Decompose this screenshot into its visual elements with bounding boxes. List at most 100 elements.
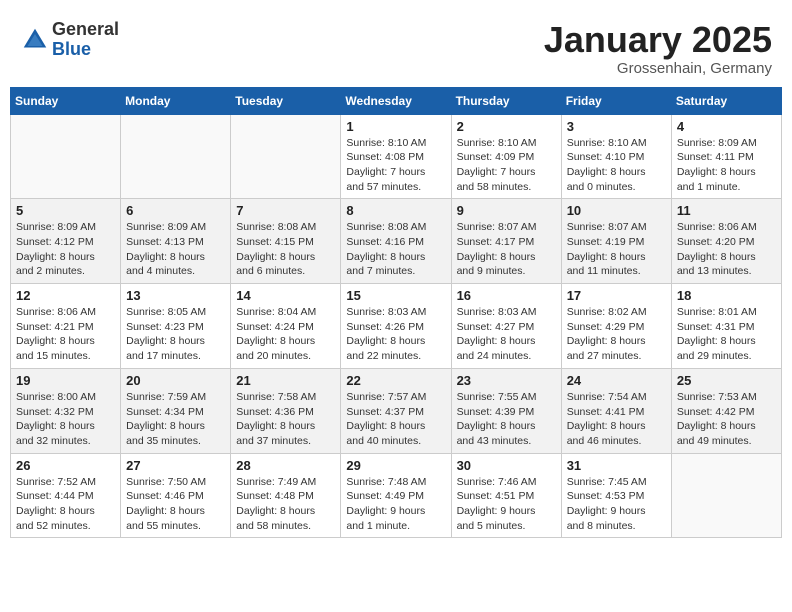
day-number: 4: [677, 119, 776, 134]
weekday-header-row: SundayMondayTuesdayWednesdayThursdayFrid…: [11, 87, 782, 114]
day-info: Sunrise: 7:49 AM Sunset: 4:48 PM Dayligh…: [236, 475, 335, 534]
day-info: Sunrise: 8:02 AM Sunset: 4:29 PM Dayligh…: [567, 305, 666, 364]
day-number: 11: [677, 203, 776, 218]
day-number: 14: [236, 288, 335, 303]
logo-icon: [20, 25, 50, 55]
calendar-day-cell: 22 Sunrise: 7:57 AM Sunset: 4:37 PM Dayli…: [341, 368, 451, 453]
calendar-day-cell: 15Sunrise: 8:03 AM Sunset: 4:26 PM Dayli…: [341, 284, 451, 369]
day-info: Sunrise: 8:08 AM Sunset: 4:16 PM Dayligh…: [346, 220, 445, 279]
day-number: 29: [346, 458, 445, 473]
day-number: 25: [677, 373, 776, 388]
calendar-day-cell: 30 Sunrise: 7:46 AM Sunset: 4:51 PM Dayli…: [451, 453, 561, 538]
day-info: Sunrise: 7:54 AM Sunset: 4:41 PM Dayligh…: [567, 390, 666, 449]
calendar-day-cell: 21 Sunrise: 7:58 AM Sunset: 4:36 PM Dayli…: [231, 368, 341, 453]
day-number: 31: [567, 458, 666, 473]
calendar-day-cell: 8 Sunrise: 8:08 AM Sunset: 4:16 PM Daylig…: [341, 199, 451, 284]
calendar-week-row: 26Sunrise: 7:52 AM Sunset: 4:44 PM Dayli…: [11, 453, 782, 538]
calendar-day-cell: [231, 114, 341, 199]
day-number: 18: [677, 288, 776, 303]
day-number: 27: [126, 458, 225, 473]
calendar-day-cell: 3 Sunrise: 8:10 AM Sunset: 4:10 PM Daylig…: [561, 114, 671, 199]
day-info: Sunrise: 8:09 AM Sunset: 4:13 PM Dayligh…: [126, 220, 225, 279]
day-info: Sunrise: 8:01 AM Sunset: 4:31 PM Dayligh…: [677, 305, 776, 364]
day-info: Sunrise: 8:10 AM Sunset: 4:10 PM Dayligh…: [567, 136, 666, 195]
day-info: Sunrise: 8:04 AM Sunset: 4:24 PM Dayligh…: [236, 305, 335, 364]
weekday-header: Saturday: [671, 87, 781, 114]
calendar-day-cell: [121, 114, 231, 199]
weekday-header: Thursday: [451, 87, 561, 114]
day-info: Sunrise: 7:53 AM Sunset: 4:42 PM Dayligh…: [677, 390, 776, 449]
calendar-table: SundayMondayTuesdayWednesdayThursdayFrid…: [10, 87, 782, 539]
calendar-day-cell: 5 Sunrise: 8:09 AM Sunset: 4:12 PM Daylig…: [11, 199, 121, 284]
calendar-day-cell: 19Sunrise: 8:00 AM Sunset: 4:32 PM Dayli…: [11, 368, 121, 453]
calendar-day-cell: 28 Sunrise: 7:49 AM Sunset: 4:48 PM Dayli…: [231, 453, 341, 538]
day-info: Sunrise: 7:58 AM Sunset: 4:36 PM Dayligh…: [236, 390, 335, 449]
calendar-day-cell: 24 Sunrise: 7:54 AM Sunset: 4:41 PM Dayli…: [561, 368, 671, 453]
day-info: Sunrise: 7:57 AM Sunset: 4:37 PM Dayligh…: [346, 390, 445, 449]
day-number: 3: [567, 119, 666, 134]
day-number: 7: [236, 203, 335, 218]
calendar-day-cell: 16 Sunrise: 8:03 AM Sunset: 4:27 PM Dayli…: [451, 284, 561, 369]
day-number: 8: [346, 203, 445, 218]
weekday-header: Wednesday: [341, 87, 451, 114]
day-number: 28: [236, 458, 335, 473]
day-info: Sunrise: 8:03 AM Sunset: 4:27 PM Dayligh…: [457, 305, 556, 364]
day-info: Sunrise: 8:09 AM Sunset: 4:12 PM Dayligh…: [16, 220, 115, 279]
calendar-day-cell: 9 Sunrise: 8:07 AM Sunset: 4:17 PM Daylig…: [451, 199, 561, 284]
weekday-header: Sunday: [11, 87, 121, 114]
day-number: 15: [346, 288, 445, 303]
calendar-day-cell: 29Sunrise: 7:48 AM Sunset: 4:49 PM Dayli…: [341, 453, 451, 538]
calendar-day-cell: 14 Sunrise: 8:04 AM Sunset: 4:24 PM Dayli…: [231, 284, 341, 369]
calendar-day-cell: 10Sunrise: 8:07 AM Sunset: 4:19 PM Dayli…: [561, 199, 671, 284]
calendar-day-cell: 13Sunrise: 8:05 AM Sunset: 4:23 PM Dayli…: [121, 284, 231, 369]
calendar-week-row: 1Sunrise: 8:10 AM Sunset: 4:08 PM Daylig…: [11, 114, 782, 199]
day-info: Sunrise: 7:45 AM Sunset: 4:53 PM Dayligh…: [567, 475, 666, 534]
logo-blue: Blue: [52, 40, 119, 60]
day-number: 22: [346, 373, 445, 388]
header: General Blue January 2025 Grossenhain, G…: [10, 10, 782, 82]
day-info: Sunrise: 8:09 AM Sunset: 4:11 PM Dayligh…: [677, 136, 776, 195]
calendar-day-cell: 12Sunrise: 8:06 AM Sunset: 4:21 PM Dayli…: [11, 284, 121, 369]
day-number: 16: [457, 288, 556, 303]
day-info: Sunrise: 8:07 AM Sunset: 4:17 PM Dayligh…: [457, 220, 556, 279]
month-title: January 2025: [544, 20, 772, 60]
day-number: 24: [567, 373, 666, 388]
day-info: Sunrise: 8:08 AM Sunset: 4:15 PM Dayligh…: [236, 220, 335, 279]
day-info: Sunrise: 8:05 AM Sunset: 4:23 PM Dayligh…: [126, 305, 225, 364]
day-number: 9: [457, 203, 556, 218]
logo: General Blue: [20, 20, 119, 60]
logo-text: General Blue: [52, 20, 119, 60]
day-info: Sunrise: 8:06 AM Sunset: 4:20 PM Dayligh…: [677, 220, 776, 279]
day-number: 21: [236, 373, 335, 388]
location: Grossenhain, Germany: [544, 60, 772, 77]
day-info: Sunrise: 7:55 AM Sunset: 4:39 PM Dayligh…: [457, 390, 556, 449]
calendar-day-cell: 31 Sunrise: 7:45 AM Sunset: 4:53 PM Dayli…: [561, 453, 671, 538]
calendar-day-cell: [11, 114, 121, 199]
title-block: January 2025 Grossenhain, Germany: [544, 20, 772, 77]
logo-general: General: [52, 20, 119, 40]
day-number: 20: [126, 373, 225, 388]
day-info: Sunrise: 7:52 AM Sunset: 4:44 PM Dayligh…: [16, 475, 115, 534]
day-number: 30: [457, 458, 556, 473]
weekday-header: Tuesday: [231, 87, 341, 114]
calendar-day-cell: 17 Sunrise: 8:02 AM Sunset: 4:29 PM Dayli…: [561, 284, 671, 369]
day-info: Sunrise: 8:07 AM Sunset: 4:19 PM Dayligh…: [567, 220, 666, 279]
day-number: 5: [16, 203, 115, 218]
day-info: Sunrise: 7:46 AM Sunset: 4:51 PM Dayligh…: [457, 475, 556, 534]
day-number: 17: [567, 288, 666, 303]
day-number: 23: [457, 373, 556, 388]
calendar-day-cell: 18 Sunrise: 8:01 AM Sunset: 4:31 PM Dayli…: [671, 284, 781, 369]
calendar-day-cell: [671, 453, 781, 538]
day-info: Sunrise: 8:06 AM Sunset: 4:21 PM Dayligh…: [16, 305, 115, 364]
day-info: Sunrise: 7:50 AM Sunset: 4:46 PM Dayligh…: [126, 475, 225, 534]
weekday-header: Monday: [121, 87, 231, 114]
calendar-week-row: 12Sunrise: 8:06 AM Sunset: 4:21 PM Dayli…: [11, 284, 782, 369]
calendar-day-cell: 4 Sunrise: 8:09 AM Sunset: 4:11 PM Daylig…: [671, 114, 781, 199]
calendar-day-cell: 2 Sunrise: 8:10 AM Sunset: 4:09 PM Daylig…: [451, 114, 561, 199]
calendar-day-cell: 20Sunrise: 7:59 AM Sunset: 4:34 PM Dayli…: [121, 368, 231, 453]
day-number: 2: [457, 119, 556, 134]
day-info: Sunrise: 8:00 AM Sunset: 4:32 PM Dayligh…: [16, 390, 115, 449]
day-info: Sunrise: 8:10 AM Sunset: 4:09 PM Dayligh…: [457, 136, 556, 195]
calendar-day-cell: 7 Sunrise: 8:08 AM Sunset: 4:15 PM Daylig…: [231, 199, 341, 284]
calendar-day-cell: 25 Sunrise: 7:53 AM Sunset: 4:42 PM Dayli…: [671, 368, 781, 453]
